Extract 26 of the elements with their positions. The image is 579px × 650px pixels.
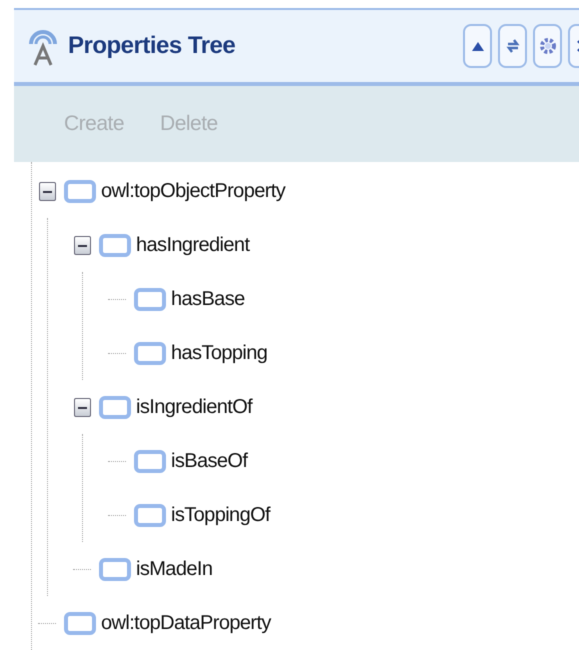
- property-icon: [134, 504, 166, 526]
- tree-item[interactable]: owl:topDataProperty: [101, 612, 271, 634]
- panel-title: Properties Tree: [68, 32, 236, 60]
- property-icon: [99, 558, 131, 580]
- tree-item[interactable]: hasBase: [171, 288, 245, 310]
- collapse-toggle-icon[interactable]: [74, 236, 90, 254]
- settings-button[interactable]: [533, 24, 562, 68]
- property-icon: [64, 180, 96, 202]
- collapse-toggle-icon[interactable]: [74, 398, 90, 416]
- property-icon: [134, 288, 166, 310]
- tree-item[interactable]: isMadeIn: [136, 558, 212, 580]
- collapse-button[interactable]: [463, 24, 492, 68]
- gear-icon: [538, 37, 556, 55]
- property-icon: [64, 612, 96, 634]
- tree-item[interactable]: isBaseOf: [171, 450, 248, 472]
- property-icon: [99, 234, 131, 256]
- tree-item[interactable]: isToppingOf: [171, 504, 270, 526]
- property-icon: [134, 450, 166, 472]
- refresh-button[interactable]: [498, 24, 527, 68]
- collapse-toggle-icon[interactable]: [38, 182, 56, 200]
- tree-item[interactable]: hasIngredient: [136, 234, 250, 256]
- tree-item[interactable]: hasTopping: [171, 342, 268, 364]
- property-icon: [99, 396, 131, 418]
- tree-item[interactable]: isIngredientOf: [136, 396, 252, 418]
- property-icon: [134, 342, 166, 364]
- tree-item[interactable]: owl:topObjectProperty: [101, 180, 286, 202]
